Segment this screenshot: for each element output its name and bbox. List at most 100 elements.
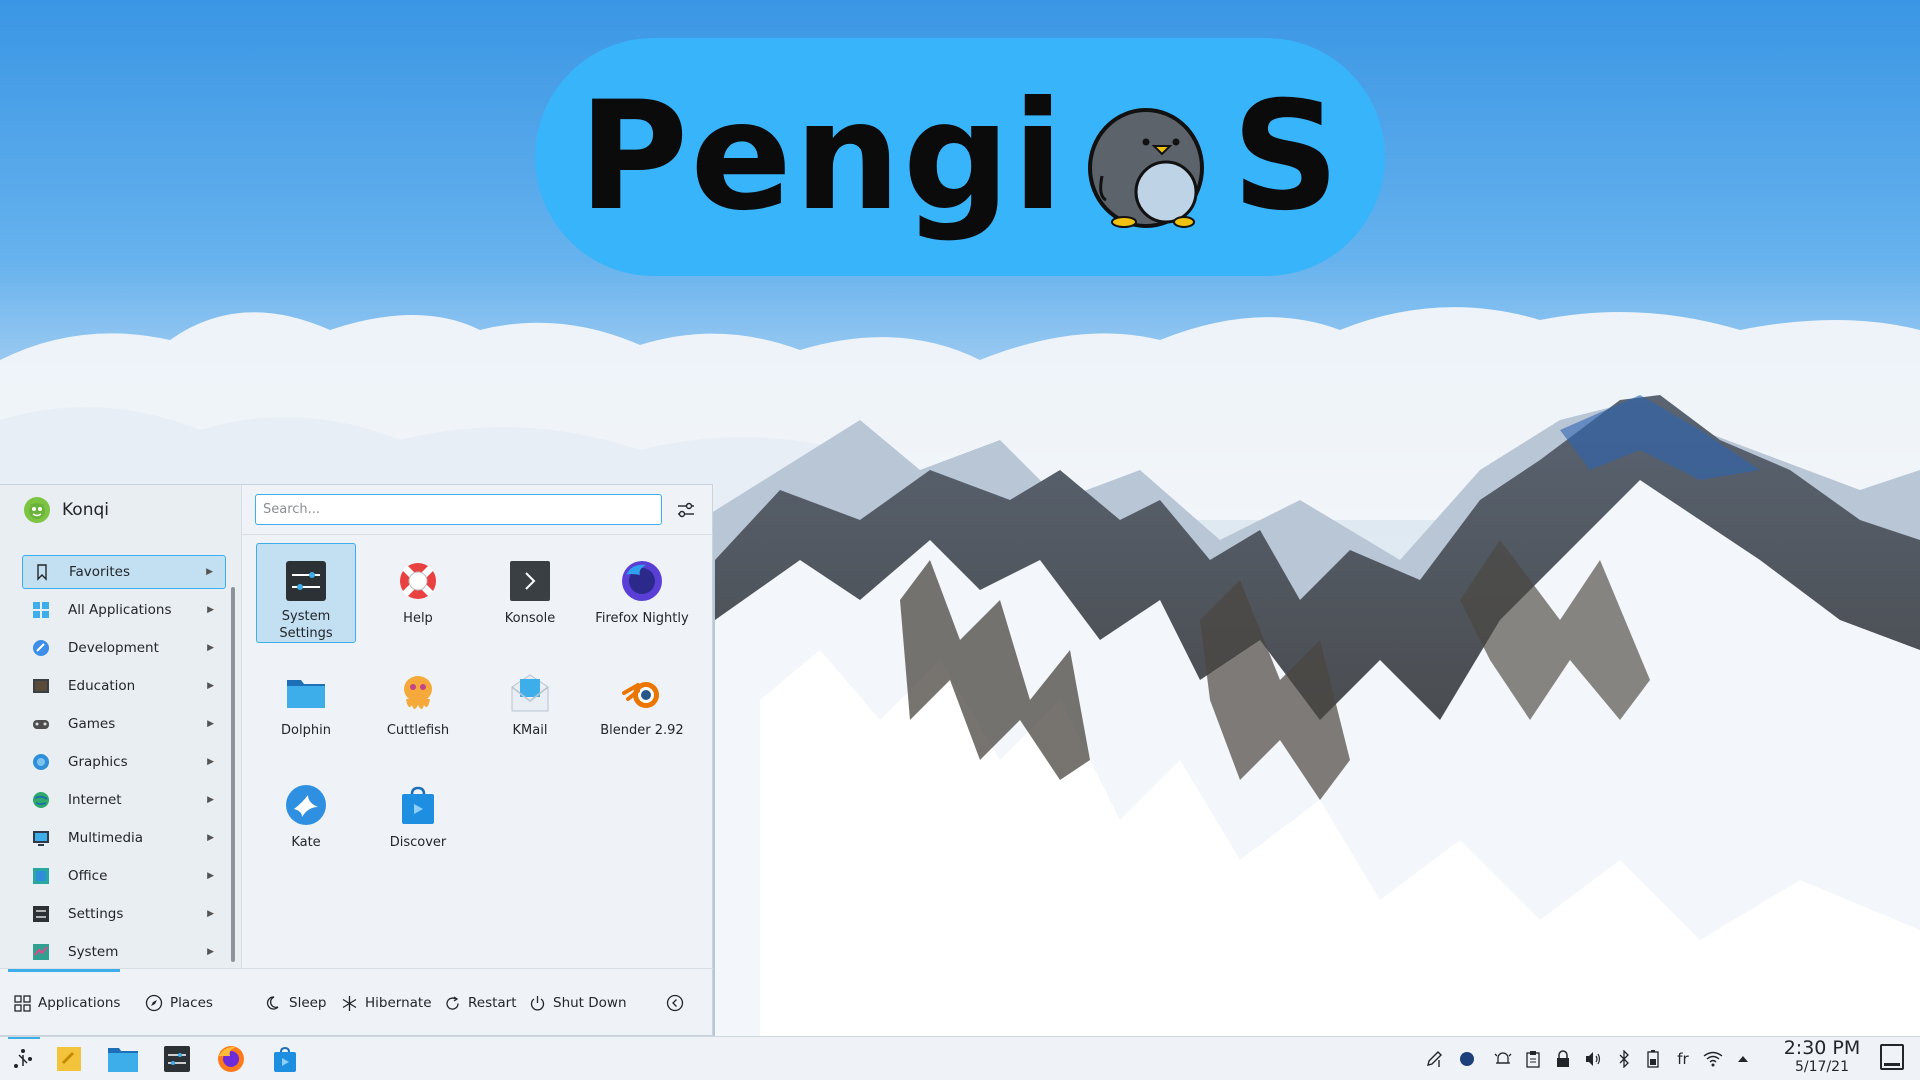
configure-button[interactable] bbox=[672, 497, 700, 523]
search-input[interactable] bbox=[255, 494, 662, 525]
category-label: Favorites bbox=[69, 564, 130, 580]
favorites-grid: System Settings Help Konsole Firefox Nig… bbox=[242, 535, 712, 968]
bookmark-icon bbox=[37, 564, 47, 581]
notifications-icon[interactable] bbox=[1493, 1049, 1513, 1069]
konqi-icon bbox=[29, 503, 45, 519]
shutdown-button[interactable]: Shut Down bbox=[529, 969, 627, 1037]
sleep-button[interactable]: Sleep bbox=[265, 969, 327, 1037]
help-lifebuoy-icon bbox=[396, 559, 440, 603]
clipboard-icon[interactable] bbox=[1523, 1049, 1543, 1069]
category-favorites[interactable]: Favorites ▶ bbox=[22, 555, 226, 589]
app-label: Discover bbox=[389, 835, 447, 850]
keyboard-layout-indicator[interactable]: fr bbox=[1673, 1049, 1693, 1069]
grid-icon bbox=[14, 994, 31, 1012]
sidebar-scrollbar[interactable] bbox=[231, 587, 235, 962]
category-multimedia[interactable]: Multimedia ▶ bbox=[22, 821, 226, 855]
category-settings[interactable]: Settings ▶ bbox=[22, 897, 226, 931]
konsole-icon bbox=[508, 559, 552, 603]
volume-icon[interactable] bbox=[1583, 1049, 1603, 1069]
logo-text-left: Pengi bbox=[578, 70, 1066, 244]
development-icon bbox=[33, 640, 49, 656]
cuttlefish-icon bbox=[396, 671, 440, 715]
app-blender[interactable]: Blender 2.92 bbox=[592, 655, 692, 755]
task-discover[interactable] bbox=[264, 1041, 306, 1077]
record-indicator-icon[interactable] bbox=[1457, 1049, 1477, 1069]
sleep-icon bbox=[266, 995, 279, 1010]
hibernate-button[interactable]: Hibernate bbox=[341, 969, 432, 1037]
category-label: Multimedia bbox=[68, 830, 144, 846]
education-icon bbox=[33, 679, 49, 693]
office-icon bbox=[33, 868, 49, 884]
app-firefox-nightly[interactable]: Firefox Nightly bbox=[592, 543, 692, 643]
power-icon bbox=[530, 995, 545, 1010]
app-label: Blender 2.92 bbox=[600, 723, 684, 738]
taskbar: fr bbox=[0, 1036, 1920, 1080]
app-discover[interactable]: Discover bbox=[368, 767, 468, 867]
tab-applications[interactable]: Applications bbox=[14, 969, 120, 1037]
graphics-icon bbox=[33, 754, 49, 770]
multimedia-icon bbox=[33, 831, 49, 846]
logo-text-right: S bbox=[1231, 70, 1342, 244]
chevron-right-icon: ▶ bbox=[207, 681, 214, 691]
chevron-right-icon: ▶ bbox=[207, 719, 214, 729]
wifi-icon[interactable] bbox=[1703, 1049, 1723, 1069]
restart-button[interactable]: Restart bbox=[444, 969, 517, 1037]
task-notes[interactable] bbox=[48, 1041, 90, 1077]
blender-icon bbox=[620, 671, 664, 715]
discover-icon bbox=[274, 1046, 296, 1072]
tab-label: Places bbox=[170, 995, 213, 1011]
category-development[interactable]: Development ▶ bbox=[22, 631, 226, 665]
app-dolphin[interactable]: Dolphin bbox=[256, 655, 356, 755]
penguin-icon bbox=[1087, 107, 1204, 228]
launcher-button[interactable] bbox=[2, 1041, 44, 1077]
category-games[interactable]: Games ▶ bbox=[22, 707, 226, 741]
chevron-right-icon: ▶ bbox=[207, 833, 214, 843]
category-education[interactable]: Education ▶ bbox=[22, 669, 226, 703]
category-label: Games bbox=[68, 716, 116, 732]
category-graphics[interactable]: Graphics ▶ bbox=[22, 745, 226, 779]
kmail-icon bbox=[508, 671, 552, 715]
app-help[interactable]: Help bbox=[368, 543, 468, 643]
button-label: Shut Down bbox=[553, 995, 627, 1011]
app-konsole[interactable]: Konsole bbox=[480, 543, 580, 643]
user-avatar[interactable] bbox=[24, 497, 50, 523]
bluetooth-icon[interactable] bbox=[1614, 1049, 1634, 1069]
clock-date[interactable]: 5/17/21 bbox=[1781, 1059, 1863, 1075]
sliders-icon bbox=[678, 502, 694, 518]
pen-icon[interactable] bbox=[1424, 1049, 1444, 1069]
app-system-settings[interactable]: System Settings bbox=[256, 543, 356, 643]
user-header[interactable]: Konqi bbox=[0, 485, 242, 535]
application-launcher: Konqi Favorites ▶ All Applications ▶ Dev… bbox=[0, 484, 713, 1036]
tab-label: Applications bbox=[38, 995, 121, 1011]
system-icon bbox=[33, 944, 49, 960]
tab-places[interactable]: Places bbox=[145, 969, 213, 1037]
category-label: Office bbox=[68, 868, 108, 884]
category-office[interactable]: Office ▶ bbox=[22, 859, 226, 893]
chevron-right-icon: ▶ bbox=[207, 871, 214, 881]
battery-icon[interactable] bbox=[1643, 1049, 1663, 1069]
clock-time[interactable]: 2:30 PM bbox=[1781, 1037, 1863, 1059]
app-kate[interactable]: Kate bbox=[256, 767, 356, 867]
task-firefox[interactable] bbox=[210, 1041, 252, 1077]
restart-icon bbox=[446, 995, 459, 1010]
task-dolphin[interactable] bbox=[102, 1041, 144, 1077]
app-kmail[interactable]: KMail bbox=[480, 655, 580, 755]
category-all-applications[interactable]: All Applications ▶ bbox=[22, 593, 226, 627]
snowflake-icon bbox=[342, 995, 357, 1011]
dolphin-icon bbox=[108, 1048, 138, 1072]
show-desktop-button[interactable] bbox=[1880, 1044, 1904, 1070]
tray-expand-icon[interactable] bbox=[1733, 1049, 1753, 1069]
leave-more-button[interactable] bbox=[666, 969, 684, 1037]
category-system[interactable]: System ▶ bbox=[22, 935, 226, 969]
task-system-settings[interactable] bbox=[156, 1041, 198, 1077]
gamepad-icon bbox=[33, 720, 49, 729]
category-internet[interactable]: Internet ▶ bbox=[22, 783, 226, 817]
app-label: KMail bbox=[512, 723, 548, 738]
app-cuttlefish[interactable]: Cuttlefish bbox=[368, 655, 468, 755]
firefox-nightly-icon bbox=[620, 559, 664, 603]
firefox-icon bbox=[218, 1046, 244, 1072]
launcher-active-indicator bbox=[8, 1037, 40, 1039]
lock-icon[interactable] bbox=[1553, 1049, 1573, 1069]
notes-icon bbox=[57, 1047, 81, 1071]
category-sidebar: Favorites ▶ All Applications ▶ Developme… bbox=[0, 535, 242, 968]
